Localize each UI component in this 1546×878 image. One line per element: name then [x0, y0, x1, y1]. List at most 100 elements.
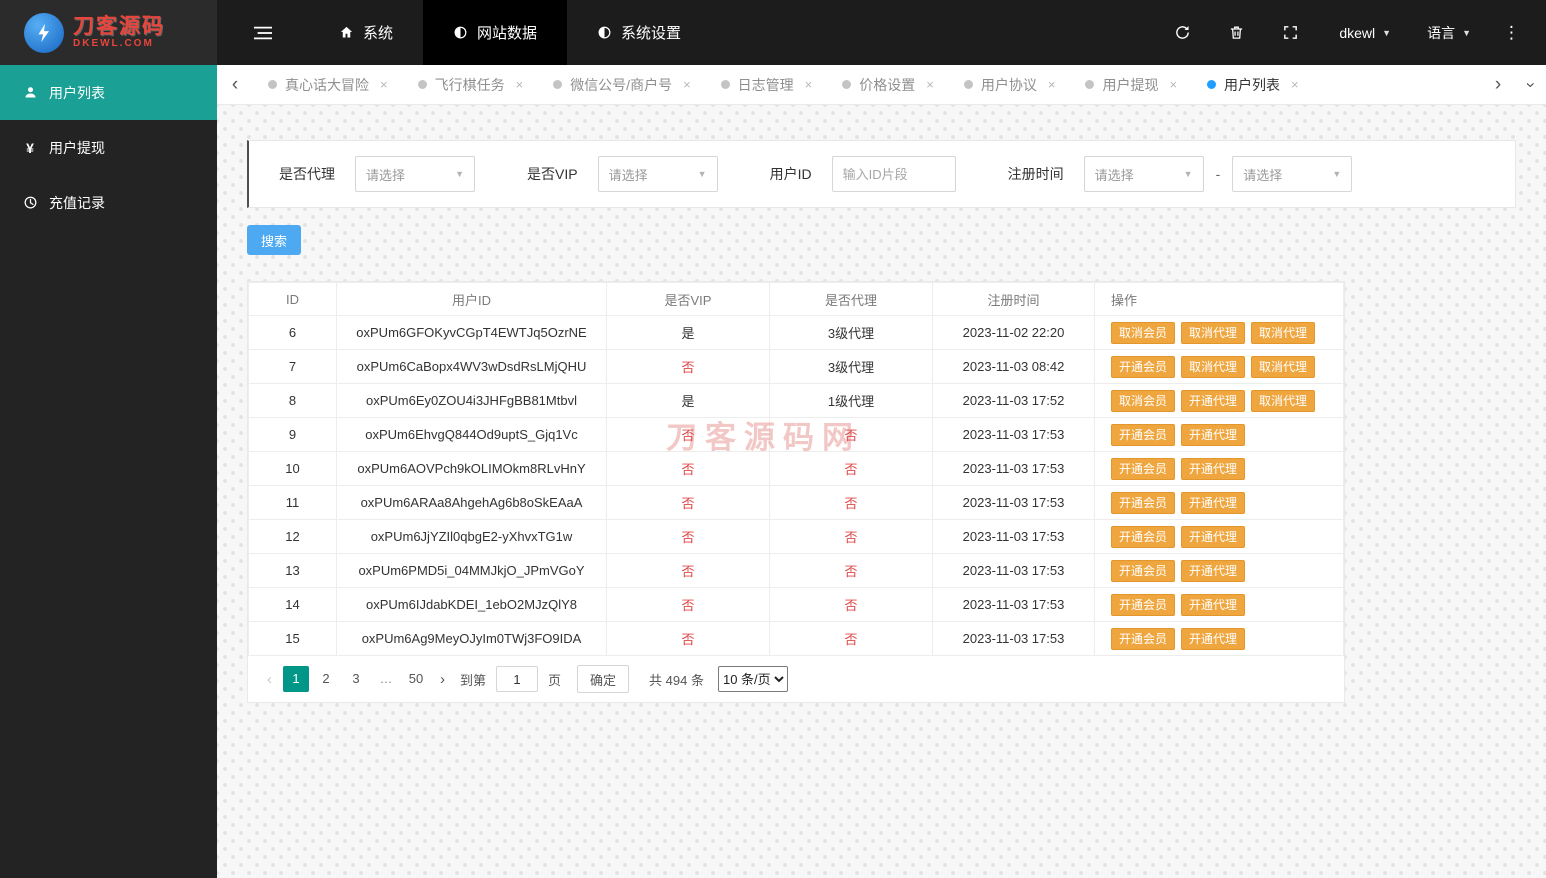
tab-close-icon[interactable]: ×	[1048, 77, 1056, 92]
tab-status-dot	[417, 80, 427, 89]
tab-3[interactable]: 日志管理 ×	[706, 65, 828, 104]
menu-toggle-icon[interactable]	[217, 0, 309, 65]
sidebar-item-2[interactable]: 充值记录	[0, 175, 217, 230]
tab-label: 价格设置	[859, 76, 916, 93]
tab-label: 飞行棋任务	[434, 76, 505, 93]
agent-action-button[interactable]: 取消代理	[1251, 355, 1316, 378]
refresh-icon[interactable]	[1159, 0, 1205, 65]
tab-close-icon[interactable]: ×	[380, 77, 388, 92]
member-action-button[interactable]: 取消会员	[1111, 389, 1176, 412]
agent-action-button[interactable]: 取消代理	[1251, 321, 1316, 344]
tab-2[interactable]: 微信公号/商户号 ×	[538, 65, 705, 104]
regtime-to-select[interactable]: 请选择 ▼	[1232, 156, 1353, 192]
agent-action-button[interactable]: 取消代理	[1181, 321, 1246, 344]
tab-label: 用户协议	[980, 76, 1037, 93]
tab-label: 微信公号/商户号	[570, 76, 673, 93]
jump-page-input[interactable]	[496, 666, 539, 692]
pagination-page-1[interactable]: 1	[283, 666, 309, 692]
cell-id: 6	[248, 315, 337, 350]
table-row: 9 oxPUm6EhvgQ844Od9uptS_Gjq1Vc 否否 2023-11-0…	[248, 417, 1344, 452]
header-actions: 操作	[1094, 282, 1344, 316]
cell-vip: 否	[606, 349, 770, 384]
agent-action-button[interactable]: 开通代理	[1181, 457, 1246, 480]
cell-agent: 否	[769, 621, 933, 656]
tab-close-icon[interactable]: ×	[683, 77, 691, 92]
agent-action-button[interactable]: 开通代理	[1181, 627, 1246, 650]
cell-actions: 开通会员 开通代理	[1094, 451, 1344, 486]
language-menu[interactable]: 语言 ▼	[1409, 0, 1489, 65]
tabs-scroll-right-icon[interactable]: ›	[1480, 74, 1516, 96]
tab-close-icon[interactable]: ×	[805, 77, 813, 92]
header-agent: 是否代理	[769, 282, 933, 316]
pagination-page-2[interactable]: 2	[313, 666, 339, 692]
member-action-button[interactable]: 开通会员	[1111, 355, 1176, 378]
main-area: ‹ 真心话大冒险 × 飞行棋任务 × 微信公号/商户号 × 日志管理 × 价格设置 × 用户协议 × 用…	[217, 65, 1546, 878]
tab-5[interactable]: 用户协议 ×	[949, 65, 1071, 104]
cell-id: 9	[248, 417, 337, 452]
date-range-separator: -	[1215, 166, 1221, 182]
pagination-page-3[interactable]: 3	[343, 666, 369, 692]
tab-bar: ‹ 真心话大冒险 × 飞行棋任务 × 微信公号/商户号 × 日志管理 × 价格设置 × 用户协议 × 用…	[217, 65, 1546, 105]
regtime-from-select[interactable]: 请选择 ▼	[1083, 156, 1204, 192]
agent-action-button[interactable]: 取消代理	[1181, 355, 1246, 378]
agent-select[interactable]: 请选择 ▼	[355, 156, 475, 192]
cell-vip: 否	[606, 519, 770, 554]
table-row: 8 oxPUm6Ey0ZOU4i3JHFgBB81Mtbvl 是 1级代理 2023-1…	[248, 383, 1344, 418]
pagination-page-50[interactable]: 50	[403, 666, 429, 692]
fullscreen-icon[interactable]	[1267, 0, 1313, 65]
tab-0[interactable]: 真心话大冒险 ×	[253, 65, 403, 104]
tab-7[interactable]: 用户列表 ×	[1192, 65, 1314, 104]
cell-user-id: oxPUm6PMD5i_04MMJkjO_JPmVGoY	[336, 553, 607, 588]
cell-id: 7	[248, 349, 337, 384]
user-menu[interactable]: dkewl ▼	[1321, 0, 1409, 65]
tab-1[interactable]: 飞行棋任务 ×	[403, 65, 539, 104]
top-nav-item-1[interactable]: 网站数据	[423, 0, 568, 65]
tab-6[interactable]: 用户提现 ×	[1070, 65, 1192, 104]
jump-confirm-button[interactable]: 确定	[577, 665, 630, 693]
tab-close-icon[interactable]: ×	[1291, 77, 1299, 92]
cell-regtime: 2023-11-03 17:53	[932, 519, 1095, 554]
pagination-prev-icon[interactable]: ‹	[262, 671, 277, 688]
agent-action-button[interactable]: 开通代理	[1181, 525, 1246, 548]
trash-icon[interactable]	[1213, 0, 1259, 65]
member-action-button[interactable]: 开通会员	[1111, 593, 1176, 616]
agent-action-button[interactable]: 开通代理	[1181, 423, 1246, 446]
tab-status-dot	[1207, 80, 1217, 89]
agent-action-button[interactable]: 开通代理	[1181, 491, 1246, 514]
cell-regtime: 2023-11-03 08:42	[932, 349, 1095, 384]
tab-close-icon[interactable]: ×	[516, 77, 524, 92]
sidebar-item-0[interactable]: 用户列表	[0, 65, 217, 120]
member-action-button[interactable]: 开通会员	[1111, 491, 1176, 514]
settings-circle-icon	[597, 25, 612, 40]
sidebar-item-label: 用户提现	[49, 139, 105, 156]
member-action-button[interactable]: 取消会员	[1111, 321, 1176, 344]
sidebar-item-1[interactable]: ¥ 用户提现	[0, 120, 217, 175]
agent-action-button[interactable]: 开通代理	[1181, 559, 1246, 582]
cell-vip: 否	[606, 553, 770, 588]
logo[interactable]: 刀客源码 DKEWL.COM	[0, 0, 217, 65]
member-action-button[interactable]: 开通会员	[1111, 423, 1176, 446]
tab-label: 日志管理	[737, 76, 794, 93]
tab-close-icon[interactable]: ×	[1169, 77, 1177, 92]
agent-action-button[interactable]: 开通代理	[1181, 593, 1246, 616]
top-nav-item-0[interactable]: 系统	[309, 0, 423, 65]
per-page-select[interactable]: 10 条/页	[717, 666, 788, 692]
member-action-button[interactable]: 开通会员	[1111, 627, 1176, 650]
member-action-button[interactable]: 开通会员	[1111, 525, 1176, 548]
userid-input[interactable]	[831, 156, 956, 192]
agent-action-button[interactable]: 取消代理	[1251, 389, 1316, 412]
cell-vip: 是	[606, 383, 770, 418]
pagination-next-icon[interactable]: ›	[435, 671, 450, 688]
more-options-icon[interactable]: ⋮	[1489, 23, 1534, 43]
tabs-scroll-left-icon[interactable]: ‹	[217, 74, 253, 96]
tab-close-icon[interactable]: ×	[926, 77, 934, 92]
top-nav-item-2[interactable]: 系统设置	[567, 0, 711, 65]
tab-4[interactable]: 价格设置 ×	[827, 65, 949, 104]
logo-icon	[24, 12, 64, 53]
agent-action-button[interactable]: 开通代理	[1181, 389, 1246, 412]
tabs-dropdown-icon[interactable]: ›	[1521, 70, 1541, 100]
search-button[interactable]: 搜索	[247, 225, 302, 255]
vip-select[interactable]: 请选择 ▼	[597, 156, 718, 192]
member-action-button[interactable]: 开通会员	[1111, 457, 1176, 480]
member-action-button[interactable]: 开通会员	[1111, 559, 1176, 582]
